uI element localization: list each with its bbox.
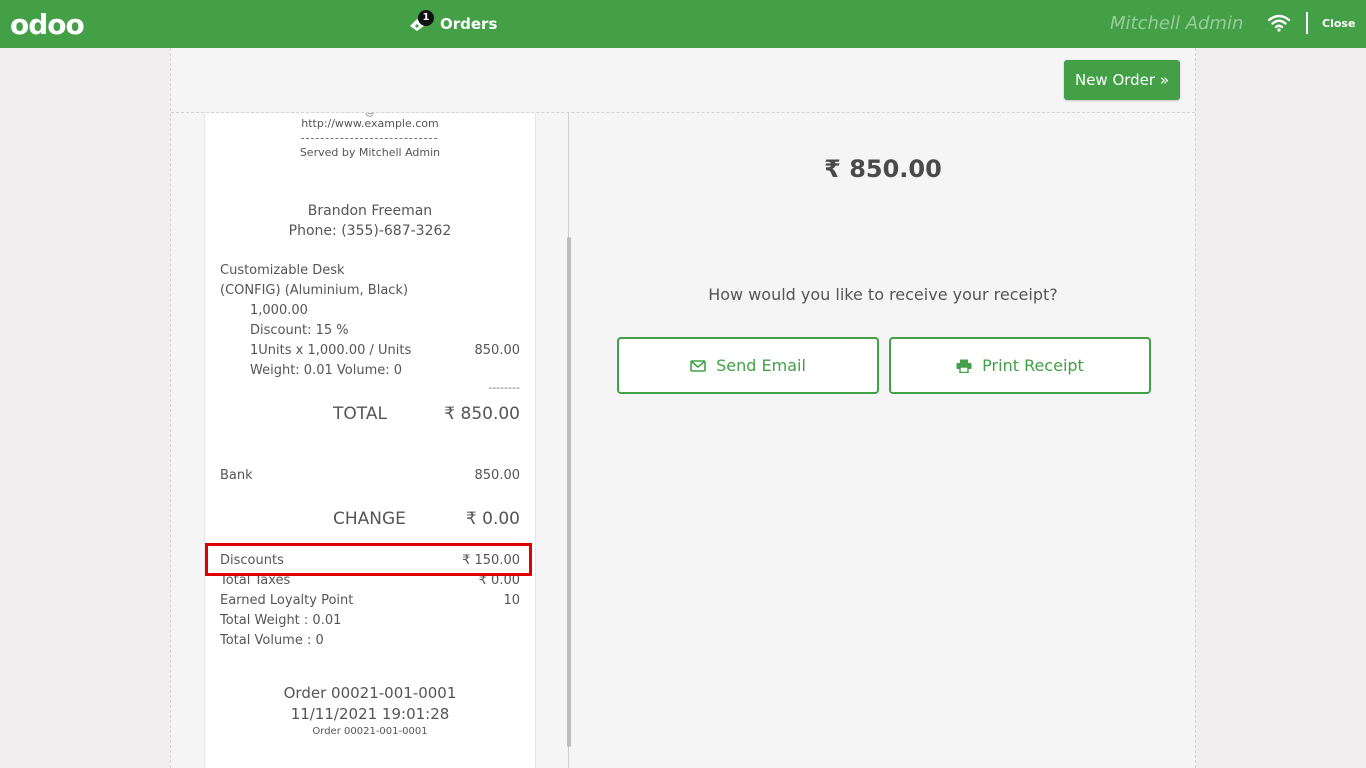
envelope-icon [690,359,706,372]
orders-tab[interactable]: 1 Orders [408,10,497,38]
receipt-product-total: 850.00 [474,343,521,358]
receipt-product-weight: Weight: 0.01 Volume: 0 [250,363,403,378]
header-divider [1306,12,1308,34]
receipt-website: http://www.example.com [301,117,439,130]
receipt-order-ref: Order 00021-001-0001 [283,684,457,702]
close-button[interactable]: Close [1322,17,1355,30]
receipt-customer-phone: Phone: (355)-687-3262 [288,223,452,239]
receipt-loyalty-value: 10 [503,593,520,608]
send-email-button[interactable]: Send Email [617,337,879,394]
receipt-scrollbar[interactable] [567,237,571,747]
receipt-question: How would you like to receive your recei… [708,285,1058,304]
receipt-customer-name: Brandon Freeman [307,203,433,219]
print-receipt-button[interactable]: Print Receipt [889,337,1151,394]
user-name[interactable]: Mitchell Admin [1110,13,1243,34]
odoo-logo: odoo [10,8,85,41]
receipt-product-variant: (CONFIG) (Aluminium, Black) [220,283,409,298]
top-actions: New Order » [171,48,1195,113]
receipt-product-price: 1,000.00 [250,303,308,318]
new-order-button[interactable]: New Order » [1064,60,1180,100]
discounts-highlight-box [205,543,532,576]
receipt-total-value: ₹ 850.00 [444,404,520,424]
ticket-icon: 1 [408,10,434,36]
receipt-total-weight: Total Weight : 0.01 [220,613,342,628]
receipt-product-discount: Discount: 15 % [250,323,349,338]
send-email-label: Send Email [716,356,806,375]
receipt-payment-method: Bank [220,468,253,483]
receipt-change-label: CHANGE [333,509,406,529]
receipt-preview-area[interactable]: @ http://www.example.com Served by Mitch… [171,113,571,768]
receipt-total-volume: Total Volume : 0 [220,633,324,648]
receipt-total-label: TOTAL [333,404,387,424]
receipt-product-qty: 1Units x 1,000.00 / Units [250,343,412,358]
receipt-screen: New Order » @ http://www.example.com Ser… [170,48,1196,768]
receipt-total-separator: -------- [488,381,520,394]
receipt-separator [301,138,437,139]
print-receipt-label: Print Receipt [982,356,1084,375]
orders-count-badge: 1 [418,10,434,26]
receipt-product-name: Customizable Desk [220,263,345,278]
receipt-order-date: 11/11/2021 19:01:28 [290,705,450,723]
top-bar: odoo 1 Orders Mitchell Admin Close [0,0,1366,48]
receipt-order-ref-small: Order 00021-001-0001 [312,726,428,737]
receipt-loyalty-label: Earned Loyalty Point [220,593,354,608]
receipt-payment-amount: 850.00 [474,468,521,483]
orders-label: Orders [440,15,498,33]
wifi-icon [1267,14,1291,36]
receipt: @ http://www.example.com Served by Mitch… [204,113,536,768]
printer-icon [956,359,972,373]
receipt-change-value: ₹ 0.00 [465,509,520,529]
receipt-served-by: Served by Mitchell Admin [299,146,441,159]
payment-amount: ₹ 850.00 [824,155,942,183]
